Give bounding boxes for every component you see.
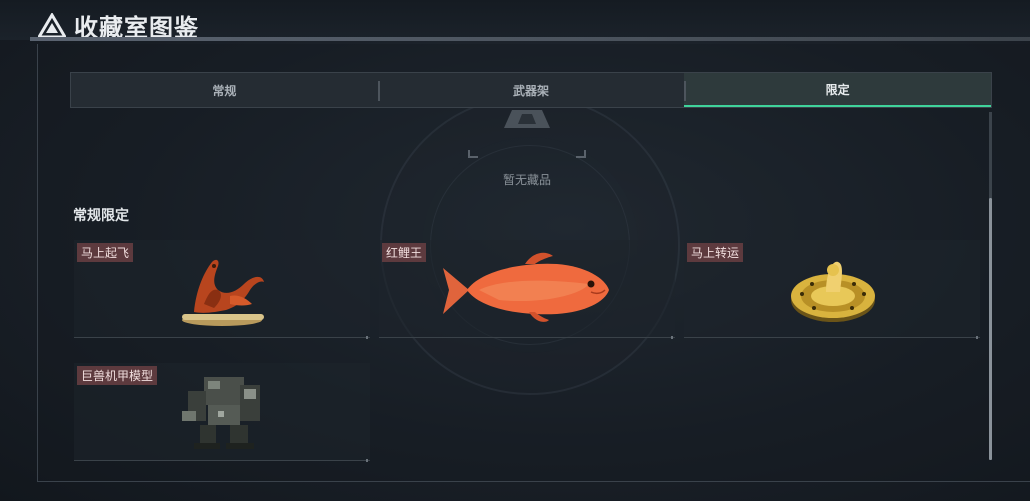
card-label: 巨兽机甲模型 (77, 366, 158, 385)
scrollbar-thumb[interactable] (989, 198, 992, 460)
tab-regular[interactable]: 常规 (71, 73, 378, 107)
card-label: 马上起飞 (77, 243, 134, 262)
red-carp-fish-icon (443, 252, 609, 322)
header-divider (30, 37, 1030, 41)
mech-model-icon (182, 377, 260, 449)
triangle-logo-icon (38, 12, 66, 38)
card-label: 马上转运 (687, 243, 744, 262)
collection-card-coin[interactable]: 马上转运 (684, 240, 980, 339)
section-title: 常规限定 (73, 207, 129, 223)
golden-horse-figurine-icon (182, 259, 264, 326)
collection-card-carp[interactable]: 红鲤王 (379, 240, 675, 339)
collection-card-mech[interactable]: 巨兽机甲模型 (74, 363, 370, 462)
tab-weapon-rack[interactable]: 武器架 (377, 73, 685, 107)
card-label: 红鲤王 (382, 243, 427, 262)
empty-placeholder-frame (468, 108, 586, 158)
scrollbar-track[interactable] (989, 112, 992, 198)
frame-corner-right (576, 150, 586, 158)
top-bar: 收藏室图鉴 (0, 0, 1030, 42)
category-tabs: 常规 武器架 限定 (70, 72, 992, 108)
collection-card-horse[interactable]: 马上起飞 (74, 240, 370, 339)
golden-coin-disc-icon (791, 261, 875, 322)
tab-limited[interactable]: 限定 (684, 73, 992, 107)
frame-corner-left (468, 150, 478, 158)
empty-placeholder-icon (504, 110, 550, 128)
empty-state-text: 暂无藏品 (502, 173, 551, 187)
